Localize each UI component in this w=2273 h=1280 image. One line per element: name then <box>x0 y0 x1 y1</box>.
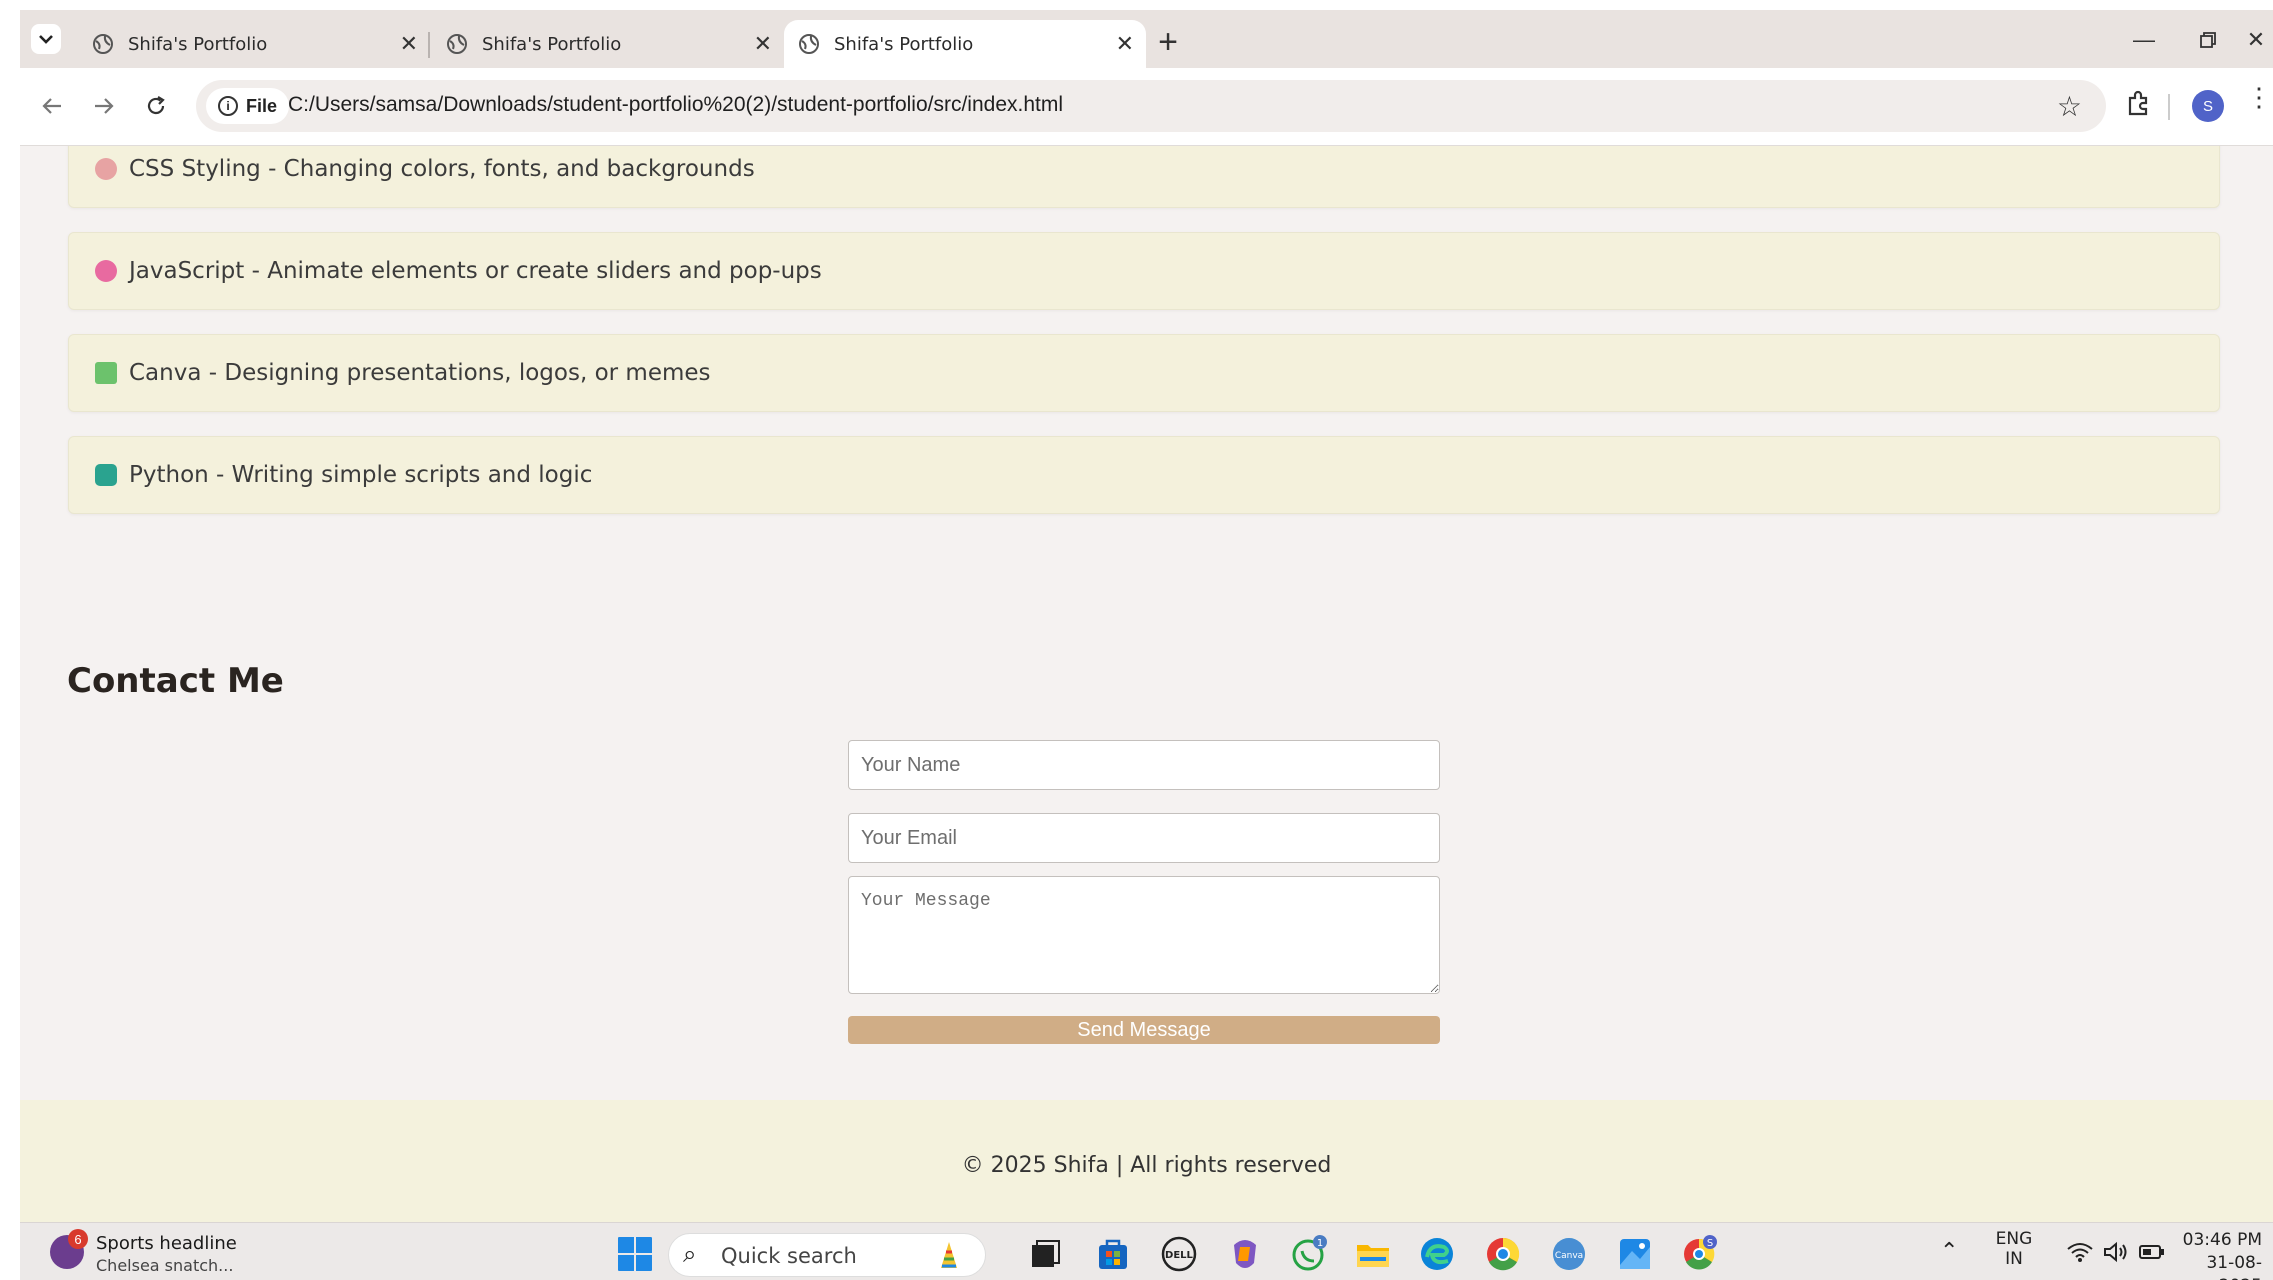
skill-text: Python - Writing simple scripts and logi… <box>129 462 593 488</box>
restore-icon <box>2200 32 2216 48</box>
copilot-icon[interactable] <box>1226 1235 1264 1273</box>
reload-button[interactable] <box>138 88 174 124</box>
message-textarea[interactable] <box>848 876 1440 994</box>
windows-start-icon[interactable] <box>616 1235 654 1273</box>
notification-badge: 6 <box>68 1229 88 1249</box>
clock-date: 31-08-2025 <box>2206 1253 2262 1280</box>
tab-3-active[interactable]: Shifa's Portfolio ✕ <box>784 20 1146 68</box>
whatsapp-icon[interactable]: 1 <box>1290 1235 1328 1273</box>
close-window-button[interactable]: ✕ <box>2226 20 2273 60</box>
chrome-icon[interactable] <box>1484 1235 1522 1273</box>
language-code: ENG <box>1995 1229 2033 1249</box>
new-tab-button[interactable]: + <box>1148 22 1188 62</box>
tab-title: Shifa's Portfolio <box>128 33 268 55</box>
email-input[interactable] <box>848 813 1440 863</box>
photos-icon[interactable] <box>1616 1235 1654 1273</box>
tab-divider <box>428 32 430 58</box>
close-tab-icon[interactable]: ✕ <box>1116 32 1134 57</box>
search-highlight-icon <box>941 1242 957 1268</box>
globe-icon <box>447 34 467 54</box>
contact-heading: Contact Me <box>67 661 284 701</box>
page-content: CSS Styling - Changing colors, fonts, an… <box>20 146 2273 1222</box>
tab-strip: Shifa's Portfolio ✕ Shifa's Portfolio ✕ … <box>20 10 2273 68</box>
taskbar-search[interactable]: ⌕ Quick search <box>668 1233 986 1277</box>
svg-text:S: S <box>1707 1238 1713 1249</box>
skill-card-css: CSS Styling - Changing colors, fonts, an… <box>68 146 2220 208</box>
close-tab-icon[interactable]: ✕ <box>754 32 772 57</box>
brain-icon <box>95 260 117 282</box>
address-bar[interactable]: i File C:/Users/samsa/Downloads/student-… <box>196 80 2106 132</box>
browser-toolbar: i File C:/Users/samsa/Downloads/student-… <box>20 68 2273 146</box>
chrome-profile-icon[interactable]: S <box>1680 1235 1718 1273</box>
reload-icon <box>147 96 165 115</box>
dell-icon[interactable]: DELL <box>1160 1235 1198 1273</box>
taskbar: 6 Sports headline Chelsea snatch... ⌕ Qu… <box>20 1222 2273 1280</box>
svg-text:DELL: DELL <box>1165 1250 1194 1261</box>
screen: Shifa's Portfolio ✕ Shifa's Portfolio ✕ … <box>20 10 2273 1280</box>
puzzle-icon <box>95 362 117 384</box>
news-widget[interactable]: 6 Sports headline Chelsea snatch... <box>50 1229 240 1275</box>
minimize-button[interactable]: — <box>2114 20 2174 60</box>
clock[interactable]: 03:46 PM 31-08-2025 <box>2168 1229 2262 1280</box>
edge-icon[interactable] <box>1418 1235 1456 1273</box>
wifi-icon[interactable] <box>2066 1241 2094 1263</box>
url-text[interactable]: C:/Users/samsa/Downloads/student-portfol… <box>288 93 1063 117</box>
palette-icon <box>95 158 117 180</box>
extensions-icon[interactable] <box>2124 90 2152 118</box>
send-message-button[interactable]: Send Message <box>848 1016 1440 1044</box>
back-button[interactable] <box>34 88 70 124</box>
forward-button[interactable] <box>86 88 122 124</box>
search-label: Quick search <box>721 1244 857 1268</box>
tray-overflow-chevron-icon[interactable]: ⌃ <box>1940 1239 1958 1264</box>
skill-card-canva: Canva - Designing presentations, logos, … <box>68 334 2220 412</box>
battery-icon[interactable] <box>2138 1243 2166 1261</box>
skill-card-python: Python - Writing simple scripts and logi… <box>68 436 2220 514</box>
close-tab-icon[interactable]: ✕ <box>400 32 418 57</box>
profile-avatar[interactable]: S <box>2192 90 2224 122</box>
globe-icon <box>799 34 819 54</box>
arrow-right-icon <box>95 98 114 114</box>
loop-icon <box>95 464 117 486</box>
news-subtitle: Chelsea snatch... <box>96 1256 234 1275</box>
skill-text: CSS Styling - Changing colors, fonts, an… <box>129 156 755 182</box>
info-icon: i <box>218 96 238 116</box>
site-info-label: File <box>246 95 278 116</box>
volume-icon[interactable] <box>2102 1241 2130 1263</box>
more-menu-icon[interactable]: ⋮ <box>2246 84 2272 122</box>
clock-time: 03:46 PM <box>2182 1230 2262 1250</box>
chevron-down-icon <box>39 35 53 44</box>
footer: © 2025 Shifa | All rights reserved <box>20 1100 2273 1222</box>
canva-icon[interactable]: Canva <box>1550 1235 1588 1273</box>
language-indicator[interactable]: ENG IN <box>1992 1229 2036 1269</box>
svg-text:Canva: Canva <box>1555 1251 1583 1261</box>
tab-title: Shifa's Portfolio <box>834 33 974 55</box>
skill-text: JavaScript - Animate elements or create … <box>129 258 822 284</box>
arrow-left-icon <box>42 98 61 114</box>
region-code: IN <box>2005 1249 2023 1269</box>
search-icon: ⌕ <box>683 1241 697 1268</box>
news-headline: Sports headline <box>96 1233 237 1254</box>
bookmark-star-icon[interactable]: ☆ <box>2057 90 2082 123</box>
globe-icon <box>93 34 113 54</box>
skill-text: Canva - Designing presentations, logos, … <box>129 360 711 386</box>
name-input[interactable] <box>848 740 1440 790</box>
toolbar-divider <box>2168 94 2170 120</box>
skill-card-javascript: JavaScript - Animate elements or create … <box>68 232 2220 310</box>
tab-search-button[interactable] <box>31 24 61 54</box>
tab-title: Shifa's Portfolio <box>482 33 622 55</box>
store-icon[interactable] <box>1094 1235 1132 1273</box>
tab-2[interactable]: Shifa's Portfolio ✕ <box>432 20 784 68</box>
tab-1[interactable]: Shifa's Portfolio ✕ <box>78 20 430 68</box>
site-info-button[interactable]: i File <box>206 88 290 124</box>
file-explorer-icon[interactable] <box>1354 1235 1392 1273</box>
footer-text: © 2025 Shifa | All rights reserved <box>961 1152 1332 1178</box>
task-view-icon[interactable] <box>1026 1235 1064 1273</box>
svg-text:1: 1 <box>1317 1238 1323 1249</box>
